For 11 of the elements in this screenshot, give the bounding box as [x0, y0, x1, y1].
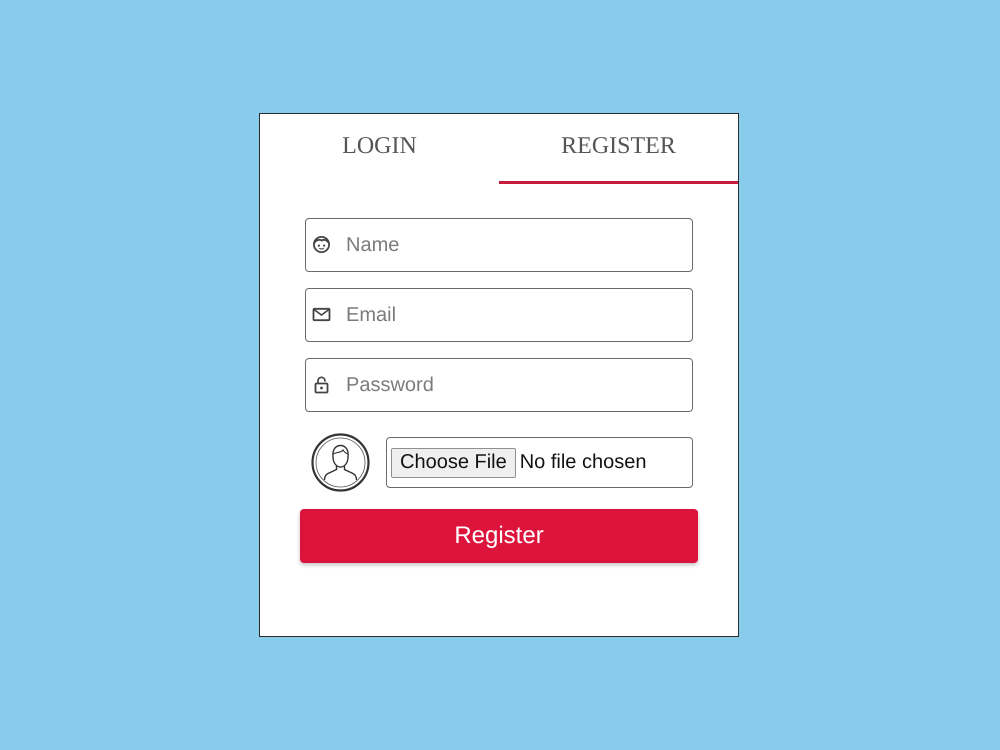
name-field[interactable]: Name	[305, 218, 693, 272]
register-button[interactable]: Register	[300, 509, 698, 563]
choose-file-button[interactable]: Choose File	[391, 448, 516, 478]
mail-icon	[312, 305, 331, 324]
email-field[interactable]: Email	[305, 288, 693, 342]
file-status-text: No file chosen	[520, 451, 646, 474]
avatar-icon	[311, 433, 370, 492]
face-icon	[312, 235, 331, 254]
password-field[interactable]: Password	[305, 358, 693, 412]
lock-icon	[312, 375, 331, 394]
file-field[interactable]: Choose File No file chosen	[386, 437, 693, 488]
